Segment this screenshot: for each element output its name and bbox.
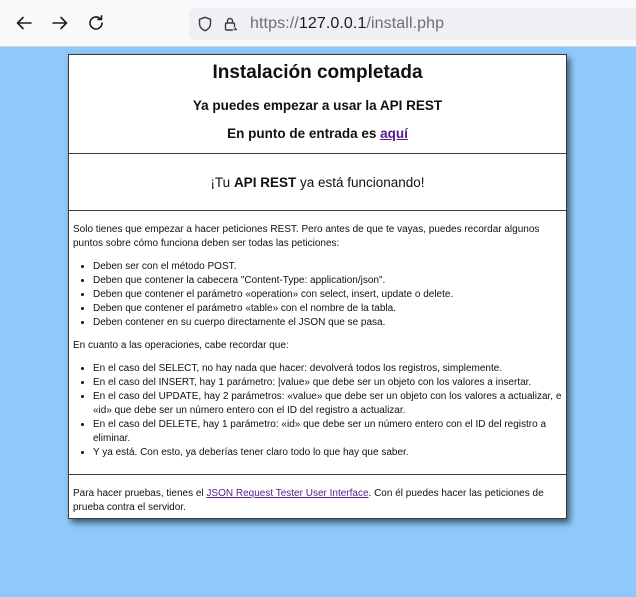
list-item: Deben que contener el parámetro «operati… <box>93 288 562 302</box>
status-section: ¡Tu API REST ya está funcionando! <box>69 154 566 211</box>
entry-point-link[interactable]: aquí <box>380 126 408 141</box>
tester-link[interactable]: JSON Request Tester User Interface <box>206 488 368 499</box>
back-button[interactable] <box>12 11 36 35</box>
list-item: En el caso del DELETE, hay 1 parámetro: … <box>93 418 562 446</box>
list-item: Deben que contener el parámetro «table» … <box>93 302 562 316</box>
status-suffix: ya está funcionando! <box>296 175 425 190</box>
forward-arrow-icon <box>52 16 68 30</box>
browser-toolbar: https://127.0.0.1/install.php <box>0 0 636 47</box>
operations-intro: En cuanto a las operaciones, cabe record… <box>73 340 289 351</box>
install-card: Instalación completada Ya puedes empezar… <box>68 54 567 519</box>
reload-button[interactable] <box>84 11 108 35</box>
operations-list: En el caso del SELECT, no hay nada que h… <box>93 362 562 460</box>
url-path: /install.php <box>366 15 445 32</box>
info-intro: Solo tienes que empezar a hacer peticion… <box>73 224 540 249</box>
list-item: Y ya está. Con esto, ya deberías tener c… <box>93 446 562 460</box>
forward-button[interactable] <box>48 11 72 35</box>
url-text[interactable]: https://127.0.0.1/install.php <box>250 15 444 33</box>
address-bar[interactable]: https://127.0.0.1/install.php <box>189 8 636 40</box>
footer-prefix: Para hacer pruebas, tienes el <box>73 488 207 499</box>
list-item: En el caso del SELECT, no hay nada que h… <box>93 362 562 376</box>
lock-warning-icon[interactable] <box>223 16 239 32</box>
reload-icon <box>89 15 103 30</box>
footer-section: Para hacer pruebas, tienes el JSON Reque… <box>69 475 566 515</box>
page-subtitle: Ya puedes empezar a usar la API REST <box>192 98 443 113</box>
back-arrow-icon <box>16 16 32 30</box>
list-item: En el caso del INSERT, hay 1 parámetro: … <box>93 376 562 390</box>
page-title: Instalación completada <box>212 62 423 83</box>
status-prefix: ¡Tu <box>210 175 234 190</box>
list-item: Deben ser con el método POST. <box>93 260 562 274</box>
info-section: Solo tienes que empezar a hacer peticion… <box>69 211 566 475</box>
entry-point-line: En punto de entrada es aquí <box>69 126 566 141</box>
rules-list: Deben ser con el método POST. Deben que … <box>93 260 562 330</box>
url-protocol: https:// <box>250 15 299 32</box>
list-item: Deben que contener la cabecera "Content-… <box>93 274 562 288</box>
list-item: En el caso del UPDATE, hay 2 parámetros:… <box>93 390 562 418</box>
header-section: Instalación completada Ya puedes empezar… <box>69 55 566 154</box>
list-item: Deben contener en su cuerpo directamente… <box>93 316 562 330</box>
status-strong: API REST <box>233 175 297 190</box>
entry-point-label: En punto de entrada es <box>227 126 381 141</box>
shield-icon[interactable] <box>197 16 213 32</box>
url-host: 127.0.0.1 <box>298 15 367 32</box>
